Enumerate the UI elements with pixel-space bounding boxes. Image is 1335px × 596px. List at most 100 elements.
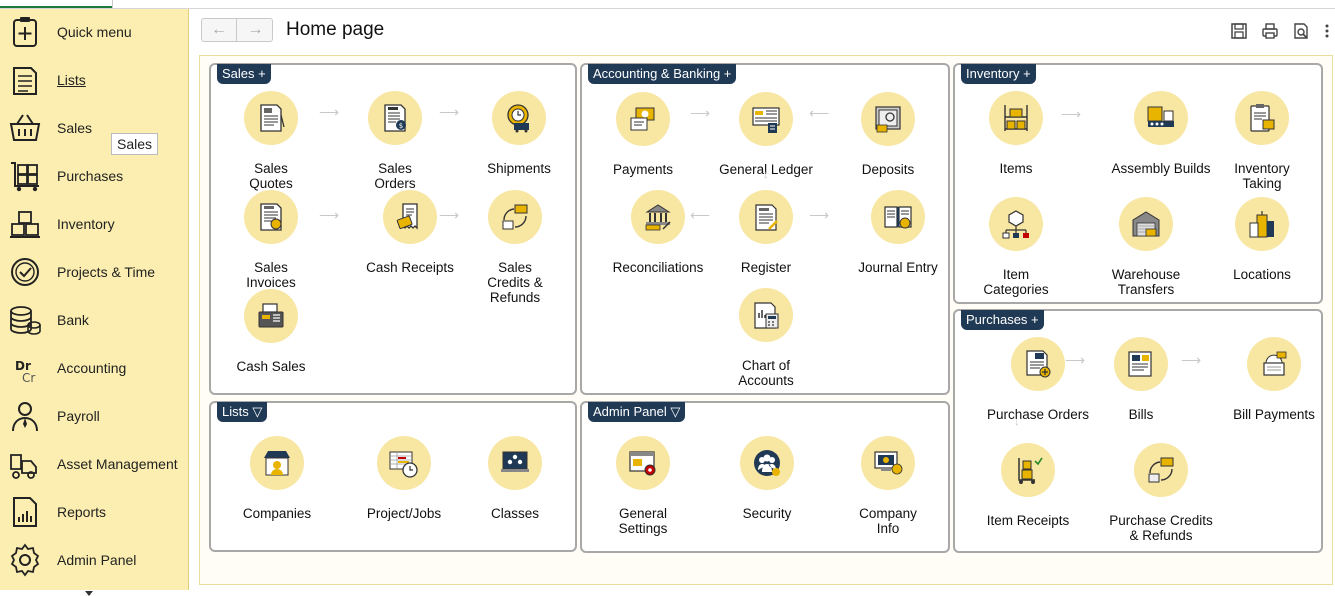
- cash-receipts-icon: [396, 203, 418, 230]
- safe-icon: [875, 106, 901, 133]
- sidebar-item-lists[interactable]: Lists: [0, 57, 189, 105]
- item-label: Journal Entry: [858, 260, 938, 275]
- item-label: Sales Credits & Refunds: [487, 260, 543, 305]
- gear-icon: [10, 543, 40, 577]
- sales-panel-title[interactable]: Sales +: [217, 64, 271, 84]
- shipments-icon: [507, 104, 529, 133]
- flow-arrow-icon: ⟵: [809, 105, 830, 121]
- item-label: Project/Jobs: [366, 506, 442, 521]
- page-title: Home page: [286, 19, 385, 40]
- inventory-taking-icon: [1250, 104, 1275, 132]
- sidebar-item-asset-management[interactable]: Asset Management: [0, 441, 189, 489]
- sidebar-item-admin-panel[interactable]: Admin Panel: [0, 537, 189, 585]
- sales-order-icon: $: [384, 104, 406, 132]
- item-label: Classes: [490, 506, 539, 521]
- items-icon: [1004, 105, 1028, 131]
- admin-panel-title[interactable]: Admin Panel ▽: [588, 402, 686, 422]
- item-label: Chart of Accounts: [738, 358, 794, 388]
- sidebar-item-projects-time[interactable]: Projects & Time: [0, 249, 189, 297]
- admin-panel: Admin Panel ▽ General Settings Security …: [580, 401, 950, 553]
- bill-payments-icon: [1263, 351, 1287, 376]
- asset-icon: [10, 454, 37, 479]
- save-icon[interactable]: [1230, 22, 1248, 40]
- warehouse-icon: [1132, 211, 1160, 237]
- svg-text:$: $: [399, 122, 403, 130]
- projects-jobs-icon: [389, 451, 418, 478]
- sidebar-item-label: Asset Management: [57, 456, 178, 472]
- item-label: Purchase Credits & Refunds: [1109, 513, 1213, 543]
- item-label: Cash Sales: [236, 359, 306, 374]
- lists-panel: Lists ▽ Companies Project/Jobs Classes: [209, 401, 577, 552]
- general-ledger-icon: [752, 107, 780, 133]
- header: ← → Home page: [195, 9, 1335, 53]
- sidebar-item-payroll[interactable]: Payroll: [0, 393, 189, 441]
- sidebar-item-accounting[interactable]: Dr Cr Accounting: [0, 345, 189, 393]
- reconciliations-icon: [645, 204, 671, 231]
- payments-icon: [630, 107, 655, 131]
- accounting-banking-panel-title[interactable]: Accounting & Banking +: [588, 64, 737, 84]
- item-label: Sales Quotes: [249, 161, 293, 191]
- sidebar-item-label: Purchases: [57, 168, 124, 184]
- sidebar-scroll-down-icon[interactable]: [85, 591, 93, 596]
- sidebar: Quick menu Lists Sales Purchases Invento…: [0, 9, 189, 596]
- item-label: Items: [999, 161, 1033, 176]
- sales-invoice-icon: [260, 203, 282, 231]
- flow-arrow-icon: ⟶: [439, 104, 460, 120]
- sidebar-item-inventory[interactable]: Inventory: [0, 201, 189, 249]
- item-label: Inventory Taking: [1234, 161, 1290, 191]
- flow-arrow-icon: ⟶: [1061, 106, 1082, 122]
- print-preview-icon[interactable]: [1292, 22, 1310, 40]
- payroll-icon: [12, 402, 38, 432]
- print-icon[interactable]: [1261, 22, 1279, 40]
- item-label: Security: [742, 506, 792, 521]
- sidebar-item-purchases[interactable]: Purchases: [0, 153, 189, 201]
- chart-of-accounts-icon: [754, 302, 779, 329]
- item-label: Locations: [1233, 267, 1291, 282]
- top-tab-strip: [0, 0, 1335, 9]
- back-button[interactable]: ←: [202, 19, 237, 41]
- item-label: Shipments: [487, 161, 551, 176]
- companies-icon: [264, 451, 290, 476]
- item-label: Bills: [1128, 407, 1154, 422]
- flow-arrow-down-icon: ↓: [1014, 416, 1020, 428]
- sidebar-item-label: Payroll: [57, 408, 100, 424]
- inventory-panel-title[interactable]: Inventory +: [961, 64, 1036, 84]
- flow-arrow-icon: ⟶: [809, 207, 830, 223]
- item-label: Item Categories: [983, 267, 1049, 297]
- flow-arrow-icon: ⟵: [690, 207, 711, 223]
- credits-refunds-icon: [502, 204, 528, 230]
- accounting-icon: DrCr: [15, 359, 35, 385]
- item-label: Payments: [612, 162, 674, 177]
- register-icon: [755, 204, 778, 231]
- lists-panel-title[interactable]: Lists ▽: [217, 402, 268, 422]
- settings-icon: [629, 451, 656, 476]
- projects-icon: [11, 258, 39, 286]
- sidebar-item-sales[interactable]: Sales: [0, 105, 189, 153]
- sidebar-item-label: Lists: [57, 72, 86, 88]
- item-label: Deposits: [861, 162, 915, 177]
- sidebar-item-bank[interactable]: Bank: [0, 297, 189, 345]
- forward-button[interactable]: →: [238, 19, 273, 41]
- more-options-icon[interactable]: [1323, 22, 1331, 40]
- sidebar-item-label: Bank: [57, 312, 89, 328]
- sidebar-item-label: Inventory: [57, 216, 115, 232]
- assembly-icon: [1147, 106, 1174, 127]
- sidebar-item-label: Reports: [57, 504, 107, 520]
- sidebar-item-label: Accounting: [57, 360, 127, 376]
- sidebar-item-reports[interactable]: Reports: [0, 489, 189, 537]
- cash-register-icon: [258, 303, 284, 328]
- item-label: Register: [740, 260, 792, 275]
- classes-icon: [501, 451, 529, 472]
- purchase-credits-icon: [1148, 457, 1174, 483]
- item-label: General Settings: [618, 506, 668, 536]
- purchase-order-icon: [1026, 350, 1051, 378]
- sidebar-item-quick-menu[interactable]: Quick menu: [0, 9, 189, 57]
- purchases-panel-title[interactable]: Purchases +: [961, 310, 1044, 330]
- reports-icon: [13, 497, 37, 527]
- flow-arrow-icon: ⟶: [1065, 352, 1086, 368]
- basket-icon: [9, 114, 41, 141]
- purchases-icon: [11, 162, 39, 192]
- flow-arrow-icon: ⟶: [319, 104, 340, 120]
- item-label: Purchase Orders: [986, 407, 1090, 422]
- quick-menu-icon: [13, 17, 37, 47]
